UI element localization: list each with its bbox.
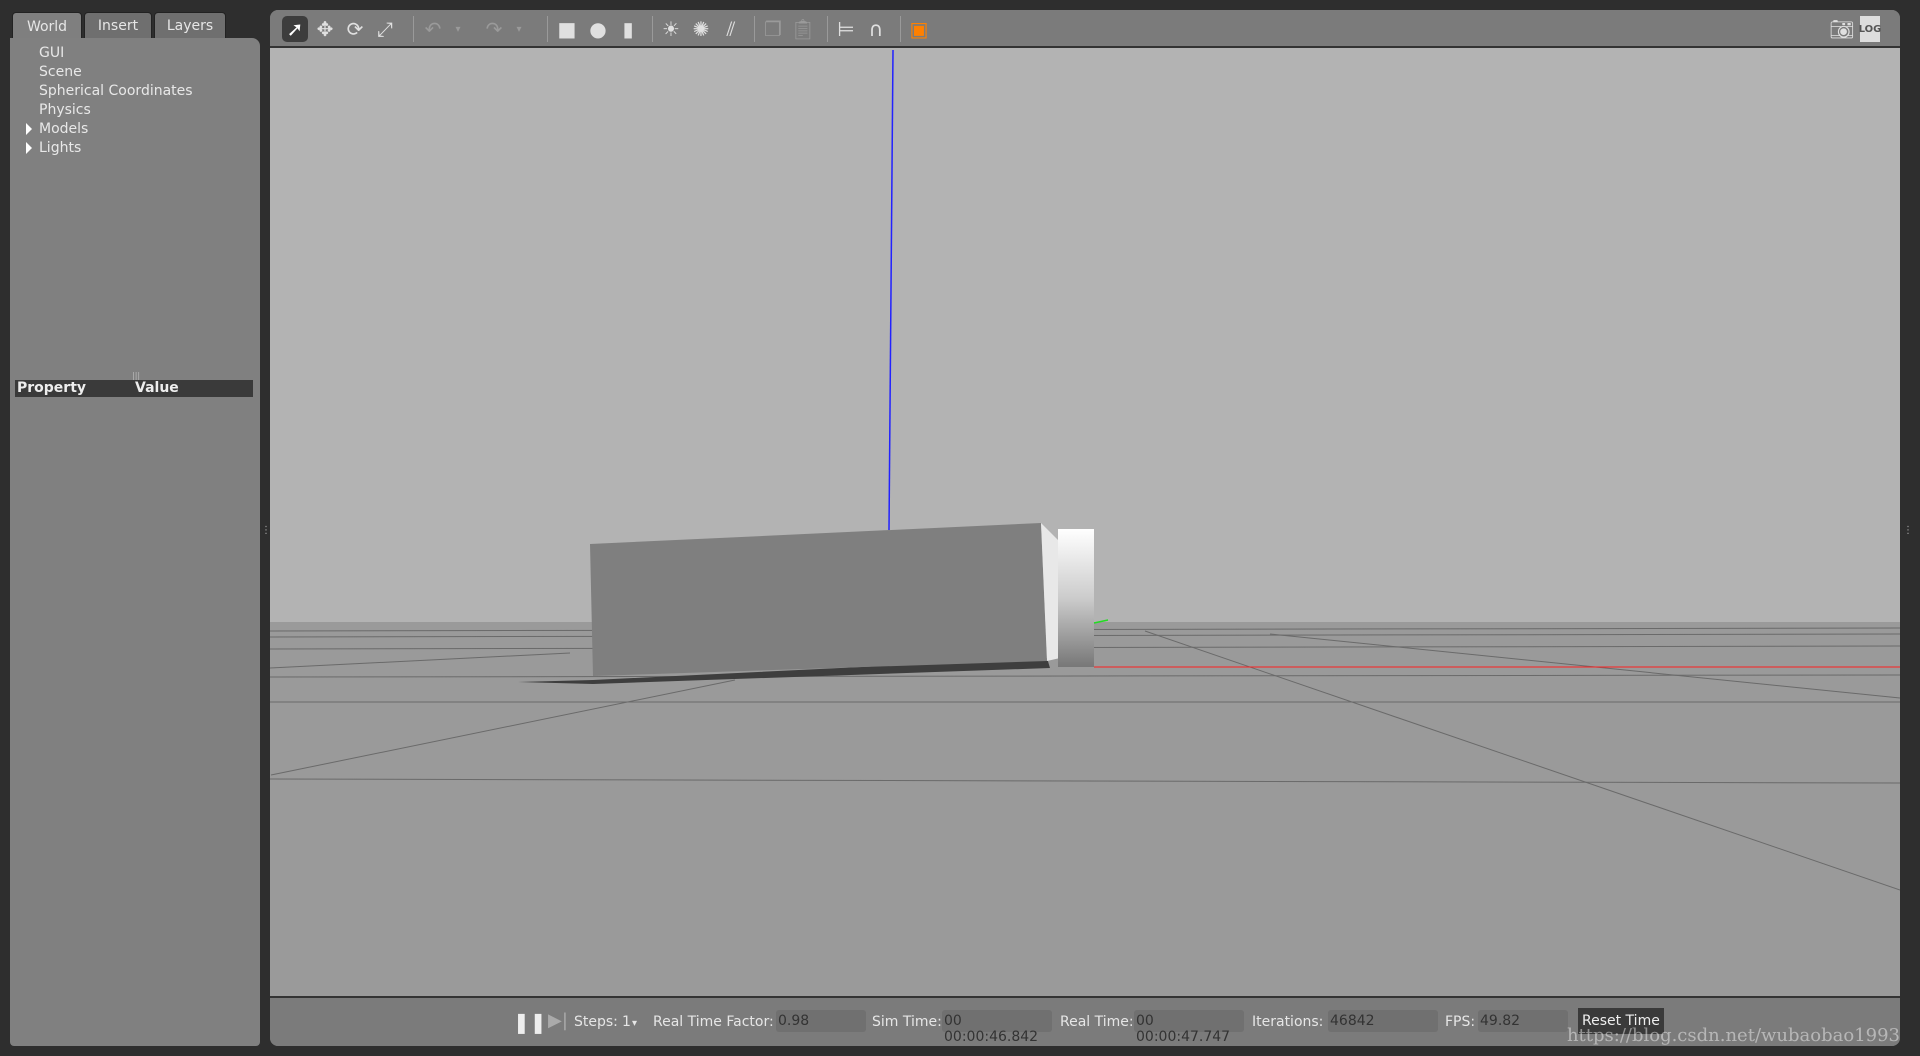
- fps-field: 49.82: [1478, 1010, 1568, 1032]
- toolbar: ➚ ✥ ⟳ ⤢ ↶ ▾ ↷ ▾ ■ ● ▮ ☀ ✺ ⫽ ❐ 📋︎ ⊨ ∩ ▣ 📷…: [270, 10, 1900, 48]
- world-panel: GUI Scene Spherical Coordinates Physics …: [10, 38, 260, 1046]
- expand-arrow-icon[interactable]: [26, 142, 32, 154]
- log-icon[interactable]: LOG: [1859, 16, 1881, 42]
- tree-item-lights[interactable]: Lights: [26, 140, 82, 156]
- pause-icon[interactable]: ❚❚: [513, 1010, 547, 1034]
- align-icon[interactable]: ⊨: [833, 16, 859, 42]
- view-angle-icon[interactable]: ▣: [906, 16, 932, 42]
- 3d-viewport[interactable]: [270, 48, 1900, 996]
- column-property: Property: [17, 380, 87, 396]
- translate-icon[interactable]: ✥: [312, 16, 338, 42]
- scene-render[interactable]: [270, 48, 1900, 996]
- snap-icon[interactable]: ∩: [863, 16, 889, 42]
- point-light-icon[interactable]: ☀: [658, 16, 684, 42]
- column-value: Value: [135, 380, 179, 396]
- spot-light-icon[interactable]: ✺: [688, 16, 714, 42]
- tree-item-models[interactable]: Models: [26, 121, 89, 137]
- tree-item-physics[interactable]: Physics: [39, 102, 91, 118]
- tree-item-gui[interactable]: GUI: [39, 45, 64, 61]
- screenshot-icon[interactable]: 📷︎: [1829, 16, 1855, 42]
- robot-wheel: [1058, 529, 1094, 667]
- scene-window: ➚ ✥ ⟳ ⤢ ↶ ▾ ↷ ▾ ■ ● ▮ ☀ ✺ ⫽ ❐ 📋︎ ⊨ ∩ ▣ 📷…: [270, 10, 1900, 1046]
- property-table-header: Property Value: [15, 380, 253, 397]
- real-time-factor-label: Real Time Factor:: [653, 1014, 774, 1030]
- splitter-handle[interactable]: |||: [132, 371, 140, 380]
- scale-icon[interactable]: ⤢: [372, 16, 398, 42]
- tree-label: Spherical Coordinates: [39, 83, 193, 99]
- undo-dropdown-icon[interactable]: ▾: [445, 16, 471, 42]
- right-collapse-handle[interactable]: ⋮: [1903, 525, 1913, 536]
- tree-label: Scene: [39, 64, 82, 80]
- sphere-icon[interactable]: ●: [585, 16, 611, 42]
- box-icon[interactable]: ■: [554, 16, 580, 42]
- iterations-label: Iterations:: [1252, 1014, 1324, 1030]
- fps-label: FPS:: [1445, 1014, 1476, 1030]
- tree-item-scene[interactable]: Scene: [39, 64, 82, 80]
- undo-icon[interactable]: ↶: [420, 16, 446, 42]
- steps-value[interactable]: 1: [622, 1014, 631, 1030]
- select-arrow-icon[interactable]: ➚: [282, 16, 308, 42]
- step-icon[interactable]: ▶|: [548, 1010, 568, 1031]
- steps-dropdown-icon[interactable]: ▾: [632, 1018, 637, 1029]
- tab-layers[interactable]: Layers: [154, 12, 226, 39]
- iterations-field: 46842: [1328, 1010, 1438, 1032]
- sim-time-label: Sim Time:: [872, 1014, 942, 1030]
- expand-arrow-icon[interactable]: [26, 123, 32, 135]
- tab-insert[interactable]: Insert: [84, 12, 152, 39]
- real-time-field: 00 00:00:47.747: [1134, 1010, 1244, 1045]
- directional-light-icon[interactable]: ⫽: [718, 16, 744, 42]
- tree-label: Models: [39, 121, 89, 137]
- ground-plane: [270, 622, 1900, 996]
- tree-label: Lights: [39, 140, 82, 156]
- rotate-icon[interactable]: ⟳: [342, 16, 368, 42]
- copy-icon[interactable]: ❐: [760, 16, 786, 42]
- robot-chassis: [590, 523, 1047, 676]
- redo-dropdown-icon[interactable]: ▾: [506, 16, 532, 42]
- sim-time-field: 00 00:00:46.842: [942, 1010, 1052, 1045]
- steps-label: Steps:: [574, 1014, 618, 1030]
- paste-icon[interactable]: 📋︎: [790, 16, 816, 42]
- redo-icon[interactable]: ↷: [481, 16, 507, 42]
- watermark: https://blog.csdn.net/wubaobao1993: [1566, 1025, 1900, 1046]
- tree-label: Physics: [39, 102, 91, 118]
- tab-world[interactable]: World: [12, 12, 82, 40]
- tree-item-spherical-coordinates[interactable]: Spherical Coordinates: [39, 83, 193, 99]
- cylinder-icon[interactable]: ▮: [615, 16, 641, 42]
- real-time-factor-field: 0.98: [776, 1010, 866, 1032]
- real-time-label: Real Time:: [1060, 1014, 1134, 1030]
- tree-label: GUI: [39, 45, 65, 61]
